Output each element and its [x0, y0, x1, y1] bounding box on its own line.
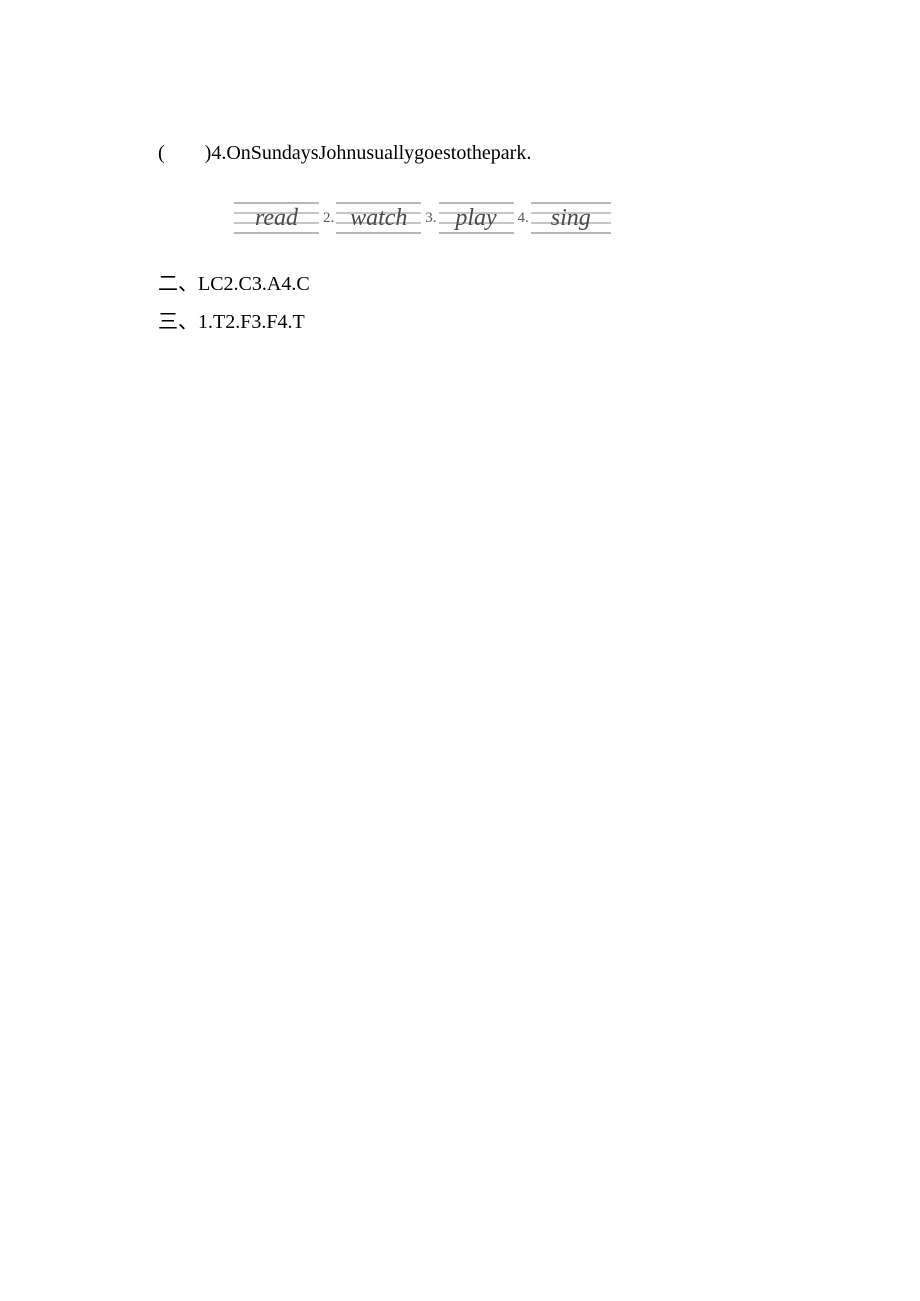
handwriting-box-4: sing — [531, 198, 611, 238]
section3-label: 三、 — [158, 311, 198, 333]
handwriting-word-1: read — [249, 205, 304, 232]
handwriting-num-4: 4. — [518, 210, 529, 227]
question-line: ()4.OnSundaysJohnusuallygoestothepark. — [158, 138, 762, 168]
ruled-line — [439, 232, 514, 234]
handwriting-box-3: play — [439, 198, 514, 238]
handwriting-item-3: 3. play — [421, 198, 513, 238]
paren-open: ( — [158, 138, 165, 168]
section2-label: 二、 — [158, 273, 198, 295]
question-number: 4. — [211, 142, 226, 164]
question-text: OnSundaysJohnusuallygoestothepark. — [226, 142, 531, 164]
handwriting-word-2: watch — [344, 205, 413, 232]
ruled-line — [234, 232, 319, 234]
document-page: ()4.OnSundaysJohnusuallygoestothepark. r… — [0, 0, 762, 340]
handwriting-item-1: read — [228, 198, 319, 238]
section2-text: LC2.C3.A4.C — [198, 273, 310, 295]
handwriting-num-3: 3. — [425, 210, 436, 227]
handwriting-box-2: watch — [336, 198, 421, 238]
handwriting-word-3: play — [449, 205, 502, 232]
answer-section-2: 二、LC2.C3.A4.C — [158, 266, 762, 302]
ruled-line — [336, 232, 421, 234]
handwriting-item-2: 2. watch — [319, 198, 421, 238]
handwriting-word-4: sing — [545, 205, 597, 232]
answer-section-3: 三、1.T2.F3.F4.T — [158, 304, 762, 340]
handwriting-num-2: 2. — [323, 210, 334, 227]
ruled-line — [531, 232, 611, 234]
section3-text: 1.T2.F3.F4.T — [198, 311, 305, 333]
handwriting-row: read 2. watch 3. — [158, 198, 762, 238]
handwriting-box-1: read — [234, 198, 319, 238]
handwriting-item-4: 4. sing — [514, 198, 611, 238]
